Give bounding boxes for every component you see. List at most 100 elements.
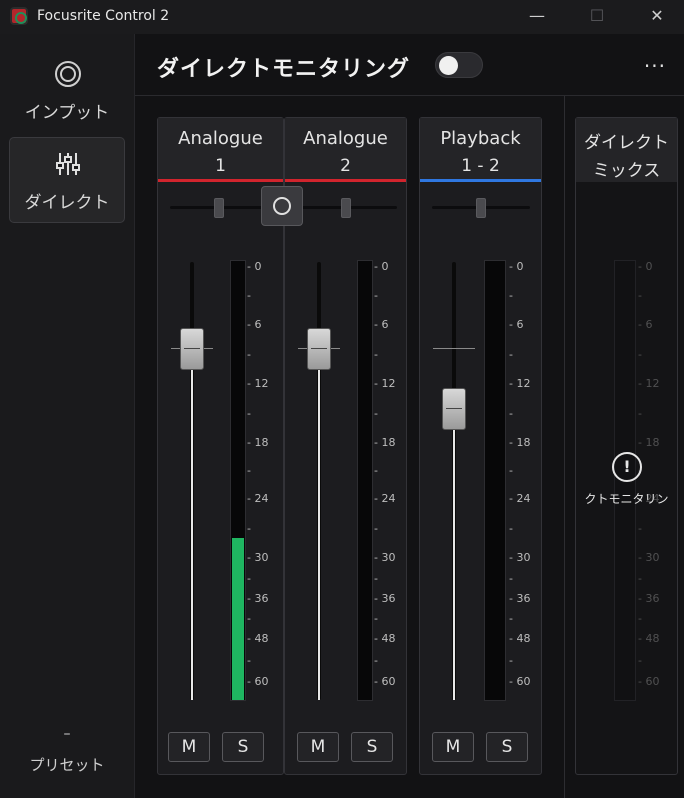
db-tick-label: - 30 bbox=[509, 551, 531, 564]
solo-button[interactable]: S bbox=[486, 732, 528, 762]
sidebar-item-direct[interactable]: ダイレクト bbox=[9, 137, 125, 223]
db-minor-tick: - bbox=[509, 289, 513, 302]
channel-number: 1 bbox=[215, 156, 226, 176]
db-minor-tick: - bbox=[374, 654, 378, 667]
sidebar-item-input[interactable]: インプット bbox=[9, 48, 125, 134]
db-minor-tick: - bbox=[374, 289, 378, 302]
db-tick-label: - 48 bbox=[374, 632, 396, 645]
db-minor-tick: - bbox=[638, 407, 642, 420]
db-minor-tick: - bbox=[638, 348, 642, 361]
stereo-link-button[interactable] bbox=[261, 186, 303, 226]
db-minor-tick: - bbox=[509, 612, 513, 625]
db-tick-label: - 60 bbox=[374, 675, 396, 688]
level-meter bbox=[484, 260, 506, 701]
db-minor-tick: - bbox=[247, 654, 251, 667]
db-minor-tick: - bbox=[638, 572, 642, 585]
db-tick-label: - 18 bbox=[509, 436, 531, 449]
db-tick-label: - 0 bbox=[374, 260, 389, 273]
db-tick-label: - 6 bbox=[374, 318, 389, 331]
title-bar: Focusrite Control 2 — ☐ ✕ bbox=[0, 0, 684, 34]
db-tick-label: - 24 bbox=[374, 492, 396, 505]
db-minor-tick: - bbox=[509, 522, 513, 535]
db-minor-tick: - bbox=[374, 612, 378, 625]
db-minor-tick: - bbox=[374, 522, 378, 535]
db-minor-tick: - bbox=[247, 348, 251, 361]
db-tick-label: - 30 bbox=[247, 551, 269, 564]
fader-handle[interactable] bbox=[180, 328, 204, 370]
db-tick-label: - 24 bbox=[247, 492, 269, 505]
db-tick-label: - 6 bbox=[509, 318, 524, 331]
db-tick-label: - 0 bbox=[509, 260, 524, 273]
db-tick-label: - 36 bbox=[374, 592, 396, 605]
maximize-button[interactable]: ☐ bbox=[577, 4, 617, 30]
db-tick-label: - 0 bbox=[638, 260, 653, 273]
db-tick-label: - 36 bbox=[247, 592, 269, 605]
close-button[interactable]: ✕ bbox=[637, 4, 677, 30]
sidebar: インプット ダイレクト – プリセット bbox=[0, 34, 135, 798]
pan-handle[interactable] bbox=[214, 198, 224, 218]
channel-name: Analogue bbox=[178, 128, 263, 149]
db-minor-tick: - bbox=[509, 572, 513, 585]
fader-level bbox=[453, 430, 455, 700]
more-options-button[interactable]: ... bbox=[644, 48, 666, 72]
db-minor-tick: - bbox=[638, 522, 642, 535]
db-tick-label: - 12 bbox=[509, 377, 531, 390]
db-tick-label: - 6 bbox=[638, 318, 653, 331]
pan-handle[interactable] bbox=[341, 198, 351, 218]
mute-button[interactable]: M bbox=[432, 732, 474, 762]
warning-icon: ! bbox=[612, 452, 642, 482]
channel-number: 1 - 2 bbox=[461, 156, 500, 176]
db-minor-tick: - bbox=[509, 654, 513, 667]
fader-handle[interactable] bbox=[307, 328, 331, 370]
db-minor-tick: - bbox=[374, 464, 378, 477]
level-meter bbox=[357, 260, 373, 701]
channel-strip: Playback 1 - 2 - 0 - - 6 - - 12 - - 18 - - 24 - - … bbox=[419, 117, 542, 775]
solo-button[interactable]: S bbox=[351, 732, 393, 762]
db-minor-tick: - bbox=[247, 464, 251, 477]
mix-title-line2: ミックス bbox=[592, 161, 661, 181]
db-tick-label: - 48 bbox=[247, 632, 269, 645]
minimize-button[interactable]: — bbox=[517, 4, 557, 30]
db-scale: - 0-- 6-- 12- - 18- - 24- - 30- - 36- - 48- - … bbox=[509, 260, 549, 710]
target-icon bbox=[55, 61, 81, 87]
direct-monitoring-toggle[interactable] bbox=[435, 52, 483, 78]
db-minor-tick: - bbox=[509, 407, 513, 420]
db-minor-tick: - bbox=[638, 612, 642, 625]
db-tick-label: - 48 bbox=[509, 632, 531, 645]
db-minor-tick: - bbox=[374, 572, 378, 585]
db-tick-label: - 18 bbox=[374, 436, 396, 449]
db-scale: - 0-- 6-- 12- - 18- - 24- - 30- - 36- - 48- - … bbox=[247, 260, 287, 710]
db-minor-tick: - bbox=[247, 572, 251, 585]
db-tick-label: - 30 bbox=[638, 551, 660, 564]
channel-header: Analogue 1 bbox=[158, 118, 283, 182]
solo-button[interactable]: S bbox=[222, 732, 264, 762]
db-minor-tick: - bbox=[247, 612, 251, 625]
mute-button[interactable]: M bbox=[297, 732, 339, 762]
circle-icon bbox=[273, 197, 291, 215]
page-header: ダイレクトモニタリング ... bbox=[135, 34, 684, 96]
db-tick-label: - 12 bbox=[247, 377, 269, 390]
warning-text: クトモニタリン bbox=[584, 492, 669, 506]
db-minor-tick: - bbox=[247, 522, 251, 535]
channel-name: Playback bbox=[440, 128, 521, 149]
db-tick-label: - 60 bbox=[509, 675, 531, 688]
db-tick-label: - 60 bbox=[247, 675, 269, 688]
db-scale: - 0-- 6-- 12- - 18- - 24- - 30- - 36- - 48- - … bbox=[638, 260, 678, 710]
fader-level bbox=[318, 370, 320, 700]
sidebar-item-label: ダイレクト bbox=[24, 193, 110, 213]
db-minor-tick: - bbox=[509, 464, 513, 477]
mute-button[interactable]: M bbox=[168, 732, 210, 762]
channel-color-bar bbox=[158, 179, 283, 182]
db-tick-label: - 6 bbox=[247, 318, 262, 331]
unity-mark bbox=[433, 348, 475, 349]
db-tick-label: - 18 bbox=[247, 436, 269, 449]
sliders-icon bbox=[56, 153, 80, 175]
pan-handle[interactable] bbox=[476, 198, 486, 218]
fader-handle[interactable] bbox=[442, 388, 466, 430]
db-tick-label: - 36 bbox=[509, 592, 531, 605]
db-tick-label: - 30 bbox=[374, 551, 396, 564]
db-tick-label: - 36 bbox=[638, 592, 660, 605]
sidebar-item-preset[interactable]: – プリセット bbox=[9, 726, 125, 782]
db-tick-label: - 0 bbox=[247, 260, 262, 273]
db-minor-tick: - bbox=[247, 407, 251, 420]
